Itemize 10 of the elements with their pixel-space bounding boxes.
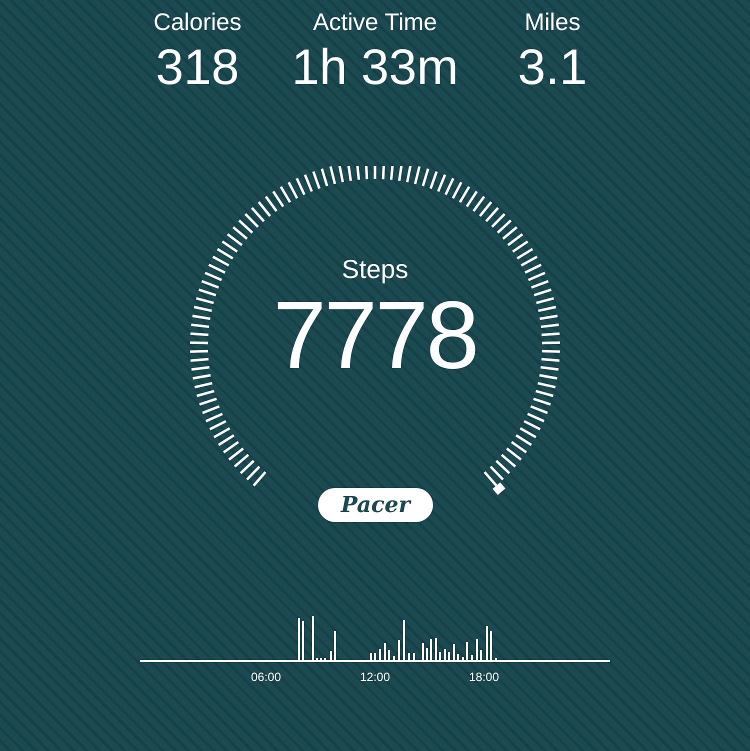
stat-label: Active Time <box>312 8 438 38</box>
time-axis-label: 06:00 <box>250 670 282 684</box>
stat-label: Calories <box>153 8 242 38</box>
logo-text: Pacer <box>340 490 410 520</box>
time-axis-label: 18:00 <box>468 670 500 684</box>
stat-value: 318 <box>156 38 240 96</box>
stat-label: Miles <box>524 8 580 38</box>
stat-value: 1h 33m <box>292 38 458 96</box>
stat-value: 3.1 <box>518 38 588 96</box>
time-axis-label: 12:00 <box>360 670 390 684</box>
